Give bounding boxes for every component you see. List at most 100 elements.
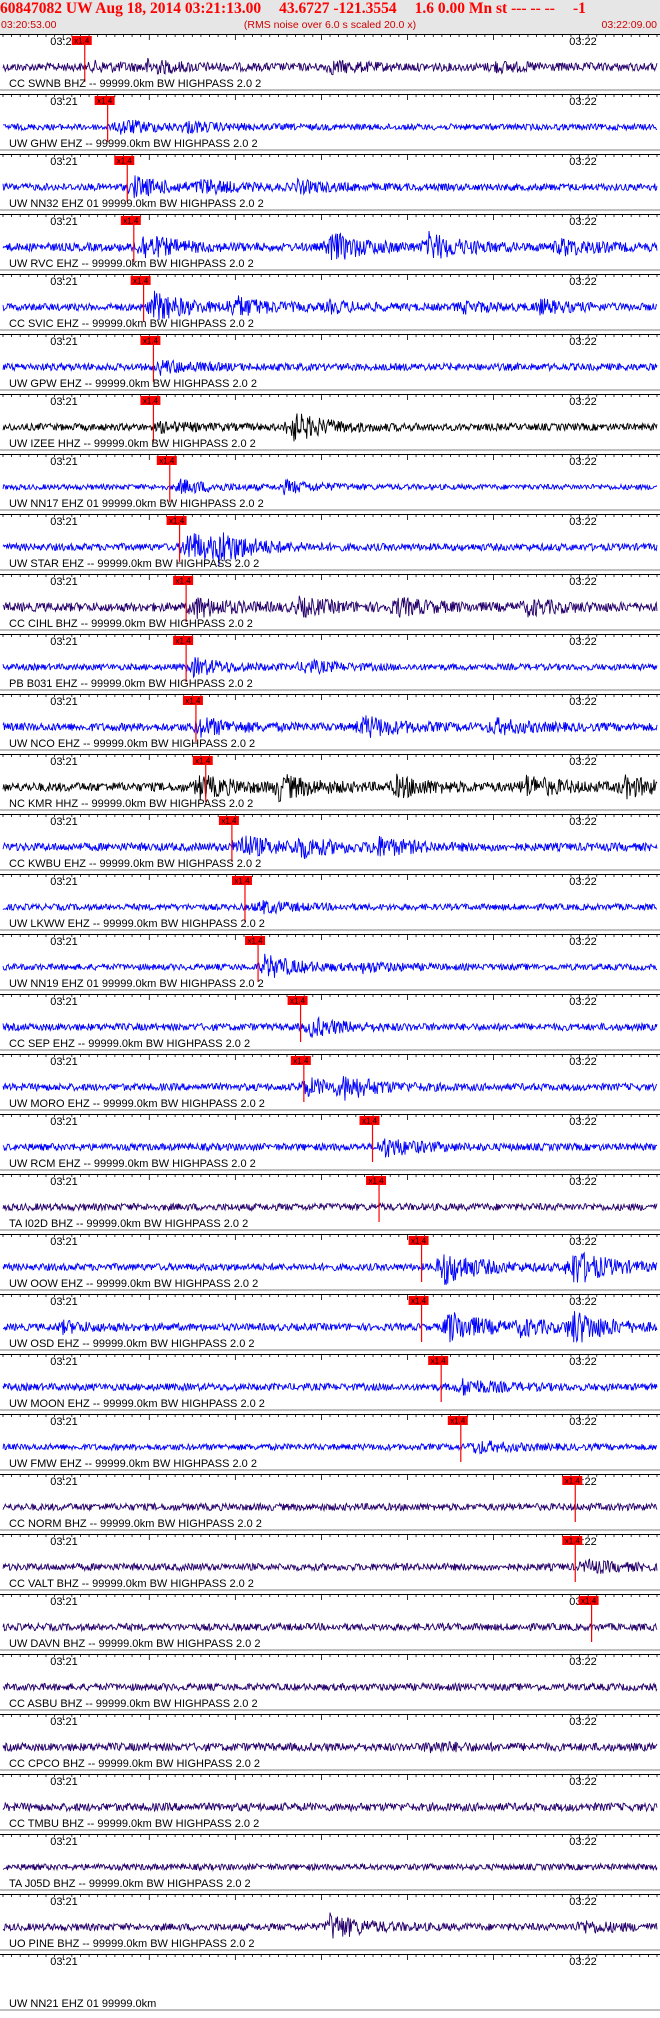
pick-label: x1.4 — [176, 637, 192, 646]
station-label: CC CPCO BHZ -- 99999.0km BW HIGHPASS 2.0… — [9, 1758, 260, 1770]
station-label: CC KWBU EHZ -- 99999.0km BW HIGHPASS 2.0… — [9, 858, 261, 870]
plot-header: 60847082 UW Aug 18, 2014 03:21:13.00 43.6… — [0, 0, 660, 34]
trace-panel: 03:21 03:22 x1.4 UW MORO EHZ -- 99999.0km B… — [0, 1054, 660, 1111]
station-label: CC ASBU BHZ -- 99999.0km BW HIGHPASS 2.0… — [9, 1698, 258, 1710]
waveform — [2, 1801, 658, 1813]
trace-panel: 03:21 03:22 x1.4 UW NN17 EHZ 01 99999.0km B… — [0, 454, 660, 511]
waveform — [2, 1201, 658, 1213]
station-label: CC TMBU BHZ -- 99999.0km BW HIGHPASS 2.0… — [9, 1818, 259, 1830]
waveform — [2, 953, 658, 978]
station-label: UW NN19 EHZ 01 99999.0km BW HIGHPASS 2.0… — [9, 978, 264, 990]
waveform — [2, 1912, 658, 1939]
trace-panel: 03:21 03:22 x1.4 UW RVC EHZ -- 99999.0km BW… — [0, 214, 660, 271]
station-label: UW DAVN BHZ -- 99999.0km BW HIGHPASS 2.0… — [9, 1638, 260, 1650]
station-label: CC CIHL BHZ -- 99999.0km BW HIGHPASS 2.0… — [9, 618, 253, 630]
time-tick-label: 03:21 — [50, 996, 78, 1008]
station-label: UW MORO EHZ -- 99999.0km BW HIGHPASS 2.0… — [9, 1098, 265, 1110]
time-tick-label: 03:22 — [569, 996, 597, 1008]
station-label: TA J05D BHZ -- 99999.0km BW HIGHPASS 2.0… — [9, 1878, 251, 1890]
time-tick-label: 03:22 — [569, 1296, 597, 1308]
time-tick-label: 03:21 — [50, 936, 78, 948]
time-tick-label: 03:21 — [50, 1776, 78, 1788]
station-label: UW GPW EHZ -- 99999.0km BW HIGHPASS 2.0 … — [9, 378, 257, 390]
waveform — [2, 1621, 658, 1633]
trace-panel: 03:21 03:22 x1.4 NC KMR HHZ -- 99999.0km BW… — [0, 754, 660, 811]
time-tick-label: 03:21 — [50, 396, 78, 408]
trace-panel: 03:21 03:22 x1.4 UW GHW EHZ -- 99999.0km BW… — [0, 94, 660, 151]
waveform — [2, 1681, 658, 1693]
pick-label: x1.4 — [234, 877, 250, 886]
station-label: UW RCM EHZ -- 99999.0km BW HIGHPASS 2.0 … — [9, 1158, 256, 1170]
time-tick-label: 03:22 — [569, 1656, 597, 1668]
time-tick-label: 03:21 — [50, 1176, 78, 1188]
pick-label: x1.4 — [411, 1237, 427, 1246]
pick-label: x1.4 — [169, 517, 185, 526]
waveform — [2, 1862, 658, 1872]
station-label: CC VALT BHZ -- 99999.0km BW HIGHPASS 2.0… — [9, 1578, 254, 1590]
station-label: UW NCO EHZ -- 99999.0km BW HIGHPASS 2.0 … — [9, 738, 255, 750]
waveform — [2, 1138, 658, 1158]
station-label: NC KMR HHZ -- 99999.0km BW HIGHPASS 2.0 … — [9, 798, 253, 810]
trace-panel: 03:21 03:22 x1.4 CC SEP EHZ -- 99999.0km BW… — [0, 994, 660, 1051]
time-tick-label: 03:22 — [569, 516, 597, 528]
trace-panel: 03:21 03:22 x1.4 UW LKWW EHZ -- 99999.0km B… — [0, 874, 660, 931]
event-id-time: 60847082 UW Aug 18, 2014 03:21:13.00 — [0, 0, 262, 17]
time-tick-label: 03:21 — [50, 216, 78, 228]
pick-label: x1.4 — [565, 1537, 581, 1546]
time-tick-label: 03:22 — [569, 36, 597, 48]
pick-label: x1.4 — [221, 817, 237, 826]
trace-panel: 03:21 03:22 x1.4 CC KWBU EHZ -- 99999.0km B… — [0, 814, 660, 871]
trace-panel: 03:21 03:22 x1.4 TA I02D BHZ -- 99999.0km B… — [0, 1174, 660, 1231]
waveform — [2, 900, 658, 915]
station-label: CC SWNB BHZ -- 99999.0km BW HIGHPASS 2.0… — [9, 78, 261, 90]
station-label: UW IZEE HHZ -- 99999.0km BW HIGHPASS 2.0… — [9, 438, 256, 450]
station-label: CC NORM BHZ -- 99999.0km BW HIGHPASS 2.0… — [9, 1518, 262, 1530]
time-tick-label: 03:21 — [50, 1956, 78, 1968]
trace-panel: 03:21 03:22 x1.4 UW GPW EHZ -- 99999.0km BW… — [0, 334, 660, 391]
trace-panel: 03:21 03:22 TA J05D BHZ -- 99999.0km BW HI… — [0, 1834, 660, 1891]
time-tick-label: 03:21 — [50, 1056, 78, 1068]
time-tick-label: 03:22 — [569, 876, 597, 888]
time-tick-label: 03:21 — [50, 696, 78, 708]
time-tick-label: 03:21 — [50, 276, 78, 288]
time-tick-label: 03:21 — [50, 1716, 78, 1728]
station-label: UW LKWW EHZ -- 99999.0km BW HIGHPASS 2.0… — [9, 918, 265, 930]
waveform — [2, 175, 658, 199]
time-tick-label: 03:21 — [50, 456, 78, 468]
waveform — [2, 1015, 658, 1038]
waveform — [2, 478, 658, 496]
trace-panel: 03:21 03:22 x1.4 UW IZEE HHZ -- 99999.0km B… — [0, 394, 660, 451]
trace-panel: 03:21 03:22 x1.4 UW NN19 EHZ 01 99999.0km B… — [0, 934, 660, 991]
time-tick-label: 03:22 — [569, 936, 597, 948]
time-tick-label: 03:21 — [50, 1416, 78, 1428]
waveform — [2, 1378, 658, 1396]
pick-label: x1.4 — [368, 1177, 384, 1186]
waveform — [2, 595, 658, 619]
station-label: UW NN17 EHZ 01 99999.0km BW HIGHPASS 2.0… — [9, 498, 264, 510]
trace-panel: 03:21 03:22 x1.4 UW RCM EHZ -- 99999.0km BW… — [0, 1114, 660, 1171]
time-tick-label: 03:21 — [50, 1896, 78, 1908]
pick-label: x1.4 — [431, 1357, 447, 1366]
waveform — [2, 715, 658, 738]
time-tick-label: 03:22 — [569, 336, 597, 348]
waveform — [2, 231, 658, 261]
time-tick-label: 03:21 — [50, 816, 78, 828]
time-tick-label: 03:21 — [50, 1296, 78, 1308]
station-label: UW OOW EHZ -- 99999.0km BW HIGHPASS 2.0 … — [9, 1278, 258, 1290]
station-label: PB B031 EHZ -- 99999.0km BW HIGHPASS 2.0… — [9, 678, 253, 690]
pick-label: x1.4 — [247, 937, 263, 946]
waveform — [2, 57, 658, 76]
pick-label: x1.4 — [290, 997, 306, 1006]
pick-label: x1.4 — [176, 577, 192, 586]
time-tick-label: 03:22 — [569, 1716, 597, 1728]
pick-label: x1.4 — [159, 457, 175, 466]
station-label: CC SVIC EHZ -- 99999.0km BW HIGHPASS 2.0… — [9, 318, 254, 330]
trace-panel: 03:21 03:22 UO PINE BHZ -- 99999.0km BW HI… — [0, 1894, 660, 1951]
pick-label: x1.4 — [362, 1117, 378, 1126]
station-label: UW RVC EHZ -- 99999.0km BW HIGHPASS 2.0 … — [9, 258, 254, 270]
pick-label: x1.4 — [293, 1057, 309, 1066]
time-tick-label: 03:21 — [50, 876, 78, 888]
waveform — [2, 657, 658, 679]
time-tick-label: 03:22 — [569, 816, 597, 828]
time-tick-label: 03:21 — [50, 1836, 78, 1848]
